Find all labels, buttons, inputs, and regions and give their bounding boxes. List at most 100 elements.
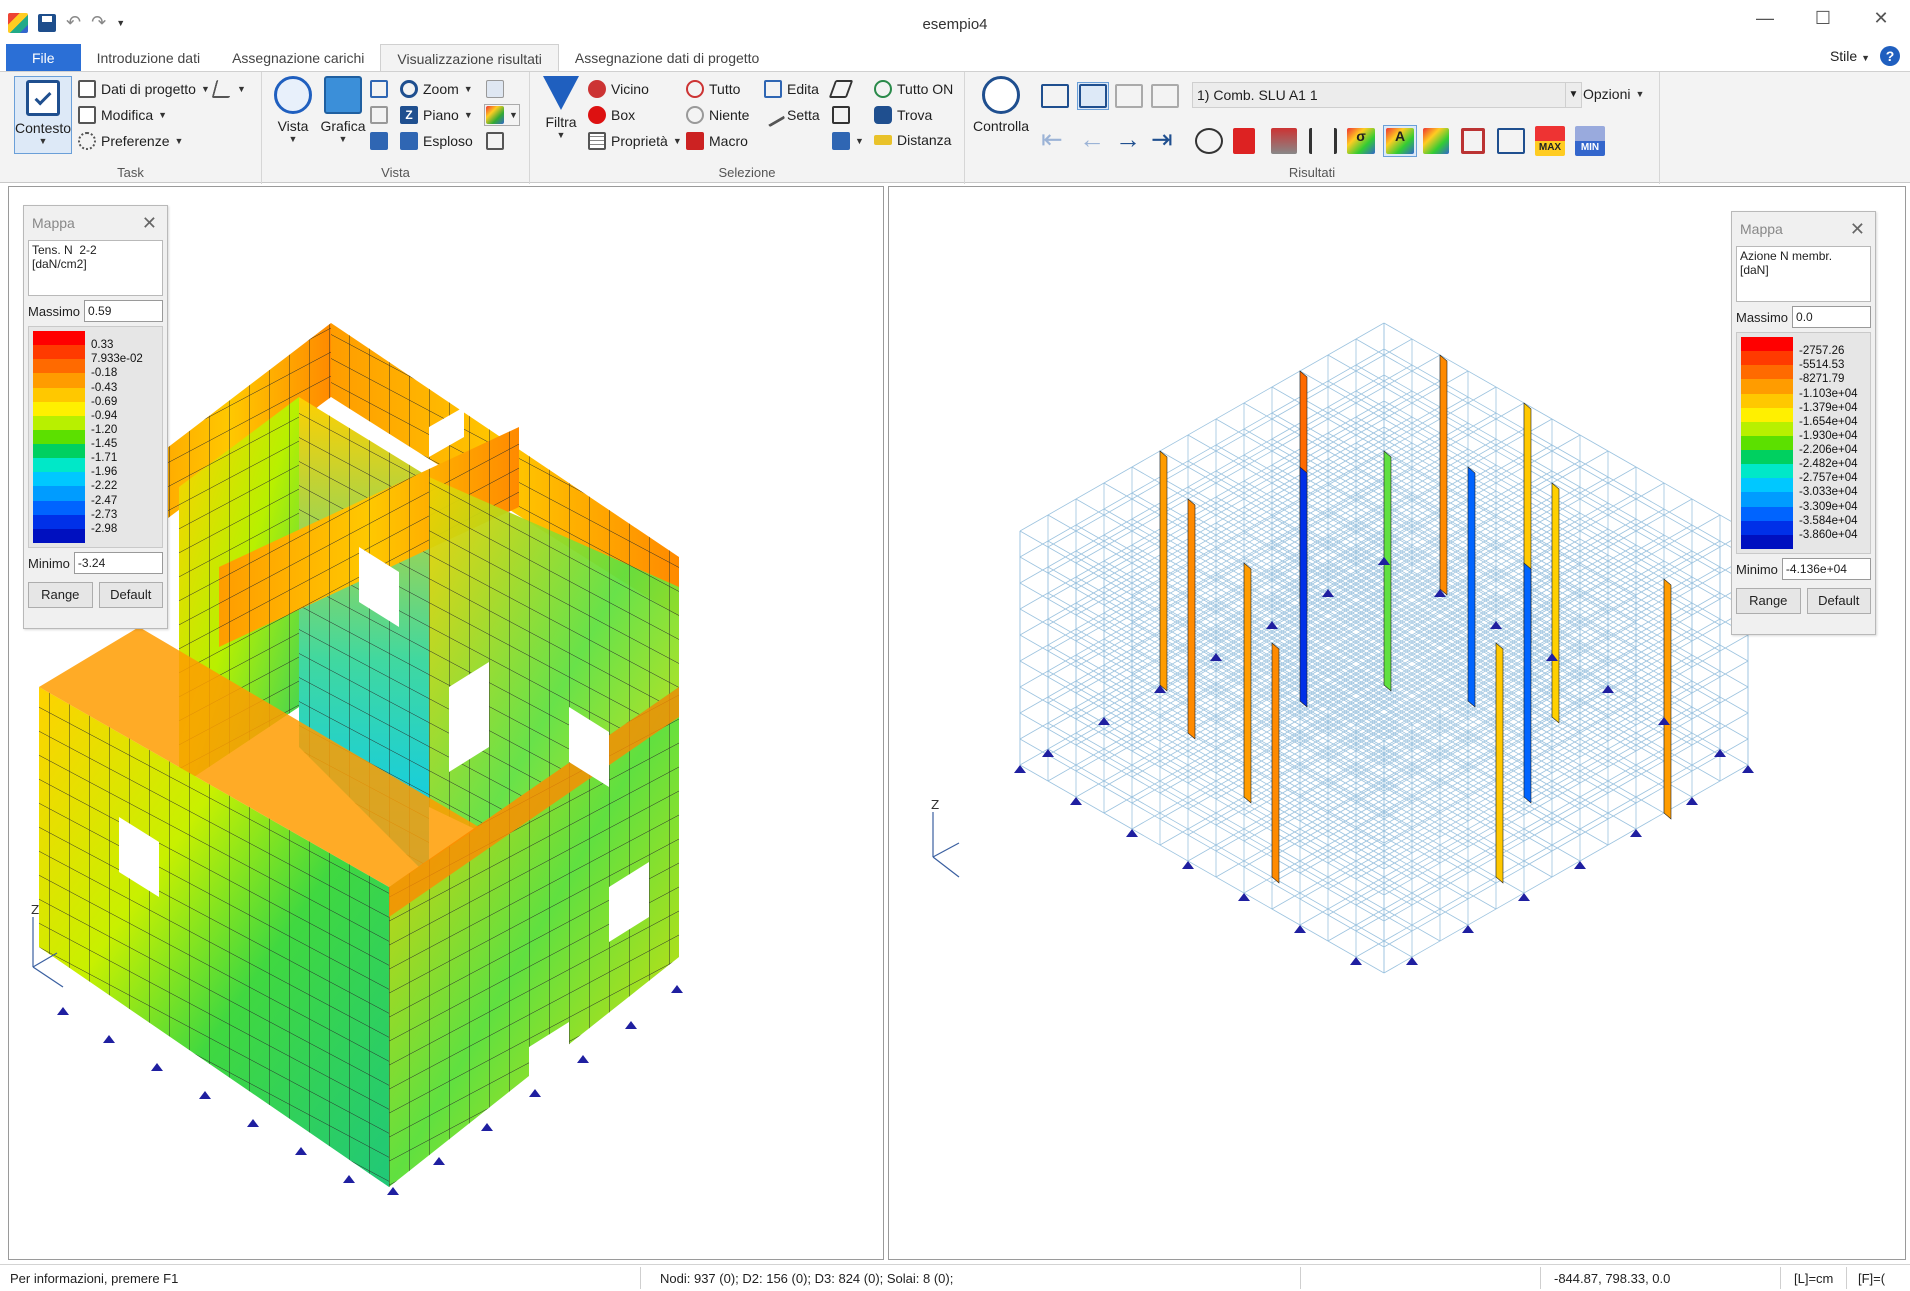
member-force-diagram[interactable] [1383, 450, 1392, 692]
filtra-button[interactable]: Filtra ▼ [538, 76, 584, 140]
tab-assegnazione-dati-progetto[interactable]: Assegnazione dati di progetto [559, 44, 775, 72]
help-icon[interactable]: ? [1880, 46, 1900, 66]
query-cursor-button[interactable] [1497, 128, 1525, 154]
reactions-button[interactable] [1233, 128, 1255, 154]
map-max-input[interactable]: 0.59 [84, 300, 163, 322]
minimize-icon[interactable]: — [1736, 8, 1794, 29]
box-button[interactable]: Box [588, 106, 635, 124]
combination-select[interactable]: 1) Comb. SLU A1 1 ▼ [1192, 82, 1582, 108]
view-cube-button[interactable]: ▼ [832, 132, 864, 150]
range-button[interactable]: Range [1736, 588, 1801, 614]
result-view-3-button[interactable] [1115, 84, 1143, 108]
member-force-diagram[interactable] [1663, 578, 1672, 820]
close-icon[interactable]: ✕ [1852, 8, 1910, 29]
last-step-icon[interactable]: ⇥ [1151, 124, 1173, 155]
member-force-diagram[interactable] [1551, 482, 1560, 724]
member-force-diagram[interactable] [1299, 466, 1308, 708]
action-map-button[interactable]: A [1383, 125, 1417, 157]
member-force-diagram[interactable] [1523, 562, 1532, 804]
tutto-on-button[interactable]: Tutto ON [874, 80, 953, 98]
macro-button[interactable]: Macro [686, 132, 748, 150]
member-force-diagram[interactable] [1159, 450, 1168, 692]
close-icon[interactable]: ✕ [1850, 212, 1865, 246]
scale-label: -0.43 [91, 381, 118, 394]
range-button[interactable]: Range [28, 582, 93, 608]
result-view-1-button[interactable] [1041, 84, 1069, 108]
style-menu[interactable]: Stile ▼ [1830, 48, 1870, 64]
prev-step-icon[interactable]: ← [1079, 124, 1105, 155]
vicino-button[interactable]: Vicino [588, 80, 649, 98]
distanza-button[interactable]: Distanza [874, 132, 951, 148]
edit-document-icon [78, 106, 96, 124]
modifica-button[interactable]: Modifica ▼ [78, 106, 167, 124]
niente-button[interactable]: Niente [686, 106, 749, 124]
esploso-button[interactable]: Esploso [400, 132, 473, 150]
loads-button[interactable] [1271, 128, 1297, 154]
member-force-diagram[interactable] [1271, 642, 1280, 884]
tab-introduzione-dati[interactable]: Introduzione dati [81, 44, 217, 72]
status-force-unit[interactable]: [F]=( [1858, 1271, 1885, 1286]
scale-label: -2.47 [91, 494, 118, 507]
scale-swatch [33, 359, 85, 374]
member-force-diagram[interactable] [1467, 466, 1476, 708]
controlla-button[interactable]: Controlla [971, 76, 1031, 134]
proprieta-button[interactable]: Proprietà ▼ [588, 132, 682, 150]
map-max-input[interactable]: 0.0 [1792, 306, 1871, 328]
grafica-button[interactable]: Grafica ▼ [320, 76, 366, 144]
first-step-icon[interactable]: ⇤ [1041, 124, 1063, 155]
vista-button[interactable]: Vista ▼ [270, 76, 316, 144]
min-button[interactable]: MIN [1575, 126, 1605, 156]
preferenze-label: Preferenze [101, 133, 170, 149]
status-length-unit[interactable]: [L]=cm [1794, 1271, 1833, 1286]
member-force-diagram[interactable] [1495, 642, 1504, 884]
next-step-icon[interactable]: → [1115, 124, 1141, 155]
diagram-button[interactable] [1309, 128, 1337, 154]
hidden-view-button[interactable] [370, 106, 388, 124]
zoom-button[interactable]: Zoom ▼ [400, 80, 473, 98]
dati-progetto-button[interactable]: Dati di progetto ▼ [78, 80, 210, 98]
layers-edit-button[interactable] [832, 106, 850, 124]
stress-map-button[interactable]: σ [1347, 128, 1375, 154]
result-view-4-button[interactable] [1151, 84, 1179, 108]
cube-icon [324, 76, 362, 114]
layers-button[interactable] [828, 80, 854, 98]
tab-visualizzazione-risultati[interactable]: Visualizzazione risultati [380, 44, 559, 72]
scale-swatch [33, 387, 85, 403]
tab-assegnazione-carichi[interactable]: Assegnazione carichi [216, 44, 380, 72]
solid-map-button[interactable] [1423, 128, 1449, 154]
deformed-button[interactable] [1195, 128, 1223, 154]
dimension-tool-button[interactable]: ▼ [211, 80, 246, 98]
maximize-icon[interactable]: ☐ [1794, 8, 1852, 29]
contesto-button[interactable]: Contesto ▼ [14, 76, 72, 154]
result-frame-icon [1041, 84, 1069, 108]
viewport-right[interactable]: Z Mappa ✕ Azione N membr. [daN] Massimo … [888, 186, 1906, 1260]
support-icon [1630, 829, 1642, 837]
tutto-button[interactable]: Tutto [686, 80, 740, 98]
frame-view-button[interactable] [486, 132, 504, 150]
member-force-diagram[interactable] [1187, 498, 1196, 740]
axis-z-label: Z [931, 798, 939, 812]
member-force-diagram[interactable] [1439, 354, 1448, 596]
palette-button[interactable]: ▼ [484, 104, 520, 126]
close-icon[interactable]: ✕ [142, 206, 157, 240]
map-min-input[interactable]: -3.24 [73, 552, 163, 574]
viewport-left[interactable]: Z Mappa ✕ Tens. N 2-2 [daN/cm2] Massimo … [8, 186, 884, 1260]
default-button[interactable]: Default [1806, 588, 1871, 614]
result-view-2-button[interactable] [1077, 82, 1109, 110]
max-button[interactable]: MAX [1535, 126, 1565, 156]
wireframe-view-button[interactable] [370, 80, 388, 98]
solid-view-button[interactable] [370, 132, 388, 150]
edita-button[interactable]: Edita [764, 80, 819, 98]
setta-button[interactable]: Setta [760, 102, 820, 128]
piano-button[interactable]: Z Piano ▼ [400, 106, 473, 124]
opzioni-button[interactable]: Opzioni ▼ [1583, 86, 1644, 102]
funnel-icon [543, 76, 579, 110]
trova-button[interactable]: Trova [874, 106, 932, 124]
member-force-diagram[interactable] [1243, 562, 1252, 804]
preferenze-button[interactable]: Preferenze ▼ [78, 132, 183, 150]
default-button[interactable]: Default [98, 582, 163, 608]
frame-results-button[interactable] [1461, 128, 1485, 154]
map-min-input[interactable]: -4.136e+04 [1781, 558, 1871, 580]
render-toggle-button[interactable] [486, 80, 504, 98]
tab-file[interactable]: File [6, 44, 81, 72]
